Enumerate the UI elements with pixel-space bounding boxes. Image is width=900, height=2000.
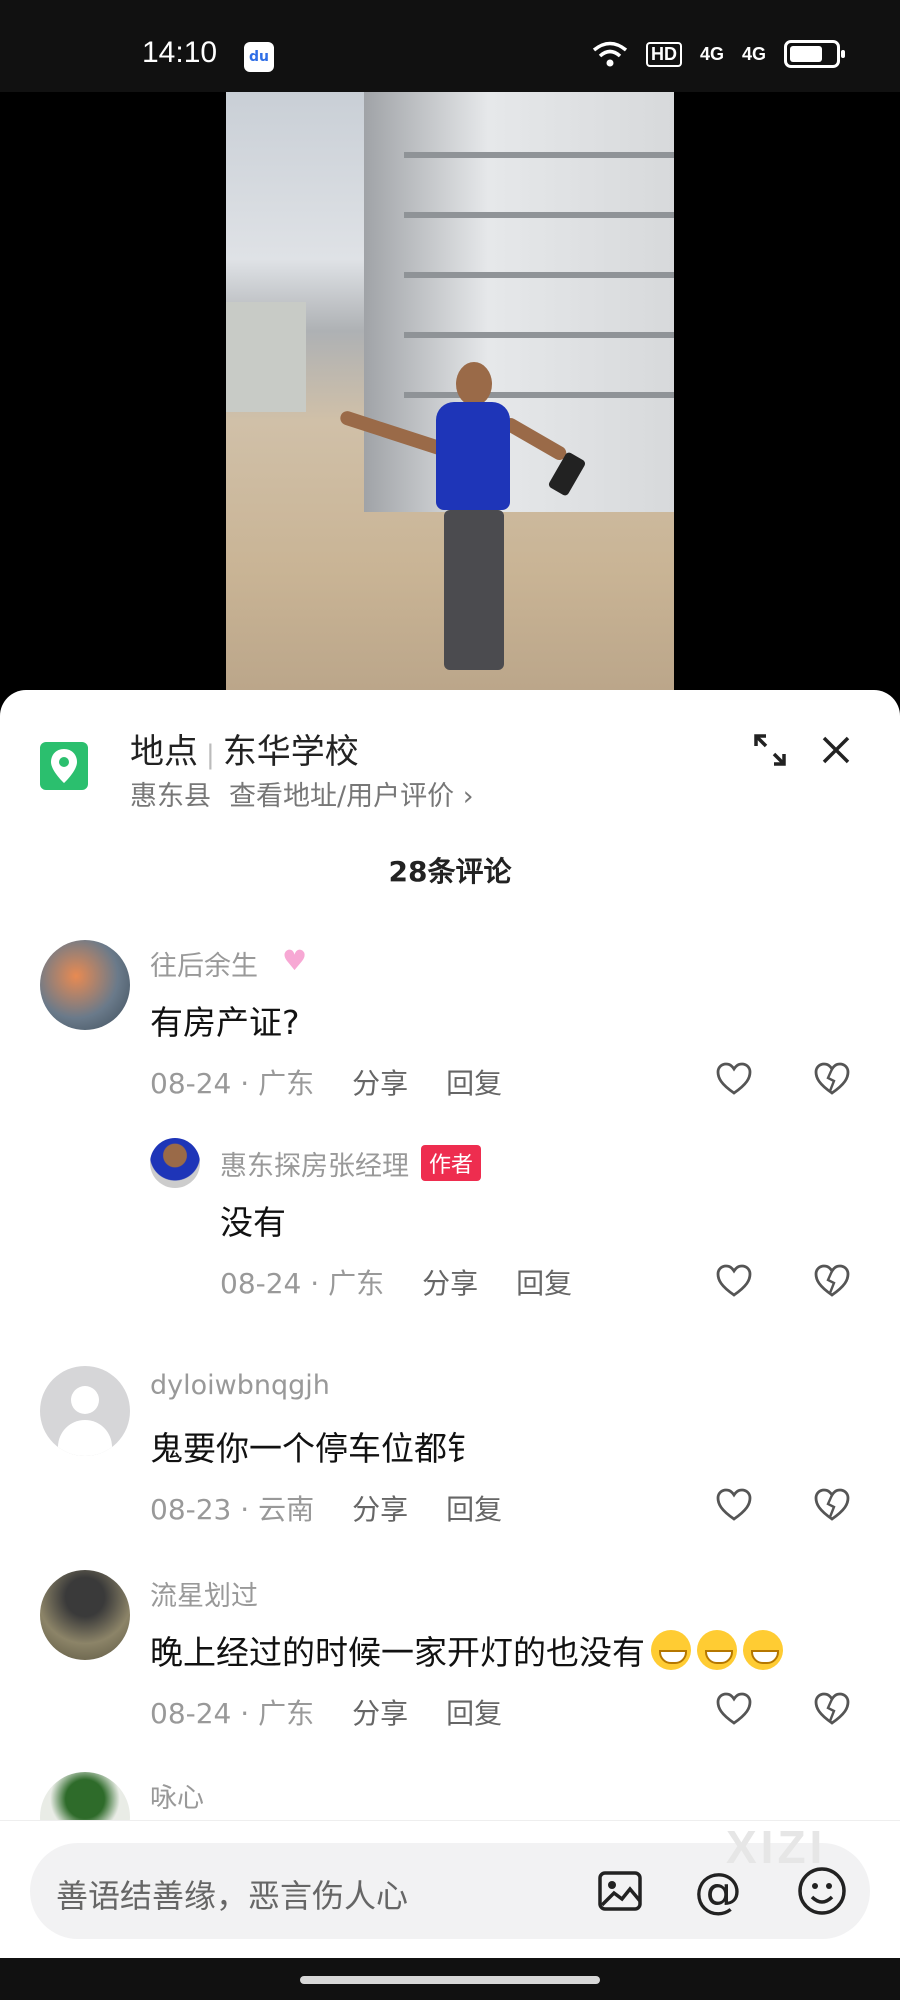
video-frame[interactable] — [226, 92, 674, 690]
avatar[interactable] — [150, 1138, 200, 1188]
dislike-icon[interactable] — [814, 1062, 850, 1096]
dislike-icon[interactable] — [814, 1692, 850, 1726]
comment-username[interactable]: dyloiwbnqgjh — [150, 1370, 330, 1401]
location-label: 地点 — [130, 732, 198, 772]
grin-emoji — [651, 1630, 691, 1670]
location-title[interactable]: 地点 | 东华学校 — [130, 724, 359, 773]
video-player[interactable] — [0, 92, 900, 690]
comment-text: 鬼要你一个停车位都钅 — [150, 1429, 480, 1468]
comment-username[interactable]: 流星划过 — [150, 1574, 258, 1613]
share-button[interactable]: 分享 — [422, 1267, 478, 1300]
input-placeholder[interactable]: 善语结善缘，恶言伤人心 — [56, 1871, 408, 1917]
comment-item: 咏心 — [0, 1772, 900, 1820]
location-pin-icon[interactable] — [40, 742, 88, 790]
comment-date-region: 08-24 · 广东 — [150, 1697, 315, 1730]
hd-icon: HD — [645, 41, 682, 67]
reply-username[interactable]: 惠东探房张经理 — [220, 1151, 409, 1182]
comment-text: 有房产证? — [150, 1003, 300, 1042]
reply-button[interactable]: 回复 — [446, 1493, 502, 1526]
comment-date-region: 08-23 · 云南 — [150, 1493, 315, 1526]
like-icon[interactable] — [716, 1692, 752, 1726]
avatar[interactable] — [40, 1366, 130, 1456]
signal-icon-1: 4G — [699, 43, 724, 64]
chevron-right-icon: › — [454, 781, 474, 812]
location-county: 惠东县 — [130, 781, 211, 812]
avatar[interactable] — [40, 1570, 130, 1660]
status-time: 14:10 — [142, 36, 218, 69]
reply-button[interactable]: 回复 — [446, 1697, 502, 1730]
dislike-icon[interactable] — [814, 1488, 850, 1522]
comment-text: 没有 — [220, 1203, 286, 1242]
comment-meta: 08-24 · 广东 分享 回复 — [220, 1262, 572, 1302]
like-icon[interactable] — [716, 1488, 752, 1522]
signal-icon-2: 4G — [741, 43, 766, 64]
grin-emoji — [743, 1630, 783, 1670]
comment-sheet: 地点 | 东华学校 惠东县 查看地址/用户评价 › 28条评论 往后余生 ♥ 有房产证… — [0, 690, 900, 1958]
comment-meta: 08-24 · 广东 分享 回复 — [150, 1062, 502, 1102]
avatar[interactable] — [40, 1772, 130, 1820]
home-indicator[interactable] — [300, 1976, 600, 1984]
location-link[interactable]: 查看地址/用户评价 — [229, 781, 454, 812]
presenter-figure — [338, 362, 587, 682]
comment-meta: 08-24 · 广东 分享 回复 — [150, 1692, 502, 1732]
comment-text: 晚上经过的时候一家开灯的也没有 — [150, 1626, 783, 1674]
comment-username[interactable]: 惠东探房张经理 作者 — [220, 1144, 482, 1183]
reply-button[interactable]: 回复 — [446, 1067, 502, 1100]
location-name: 东华学校 — [222, 732, 359, 772]
heart-emoji: ♥ — [282, 944, 308, 977]
like-icon[interactable] — [716, 1264, 752, 1298]
apartment-building — [364, 92, 674, 512]
avatar[interactable] — [40, 940, 130, 1030]
system-nav-bar — [0, 1958, 900, 2000]
comment-date-region: 08-24 · 广东 — [150, 1067, 315, 1100]
dislike-icon[interactable] — [814, 1264, 850, 1298]
comment-text-content: 晚上经过的时候一家开灯的也没有 — [150, 1633, 645, 1672]
location-subtitle[interactable]: 惠东县 查看地址/用户评价 › — [130, 774, 474, 813]
image-icon[interactable] — [596, 1867, 644, 1915]
status-bar: 14:10 du HD 4G 4G — [0, 0, 900, 92]
comment-username[interactable]: 往后余生 — [150, 944, 258, 983]
comment-date-region: 08-24 · 广东 — [220, 1267, 385, 1300]
reply-button[interactable]: 回复 — [516, 1267, 572, 1300]
background-building — [226, 302, 306, 412]
battery-icon — [784, 40, 845, 68]
title-divider: | — [206, 740, 215, 770]
baidu-app-icon: du — [244, 42, 274, 72]
comment-meta: 08-23 · 云南 分享 回复 — [150, 1488, 502, 1528]
grin-emoji — [697, 1630, 737, 1670]
watermark-logo: XIZI — [726, 1821, 827, 1873]
comment-count: 28条评论 — [388, 855, 512, 888]
expand-icon[interactable] — [752, 732, 788, 768]
author-badge: 作者 — [421, 1145, 482, 1181]
share-button[interactable]: 分享 — [352, 1067, 408, 1100]
status-icons: HD 4G 4G — [592, 40, 845, 68]
wifi-icon — [592, 41, 628, 67]
comment-username[interactable]: 咏心 — [150, 1776, 204, 1815]
share-button[interactable]: 分享 — [352, 1493, 408, 1526]
like-icon[interactable] — [716, 1062, 752, 1096]
close-icon[interactable] — [818, 732, 854, 768]
share-button[interactable]: 分享 — [352, 1697, 408, 1730]
